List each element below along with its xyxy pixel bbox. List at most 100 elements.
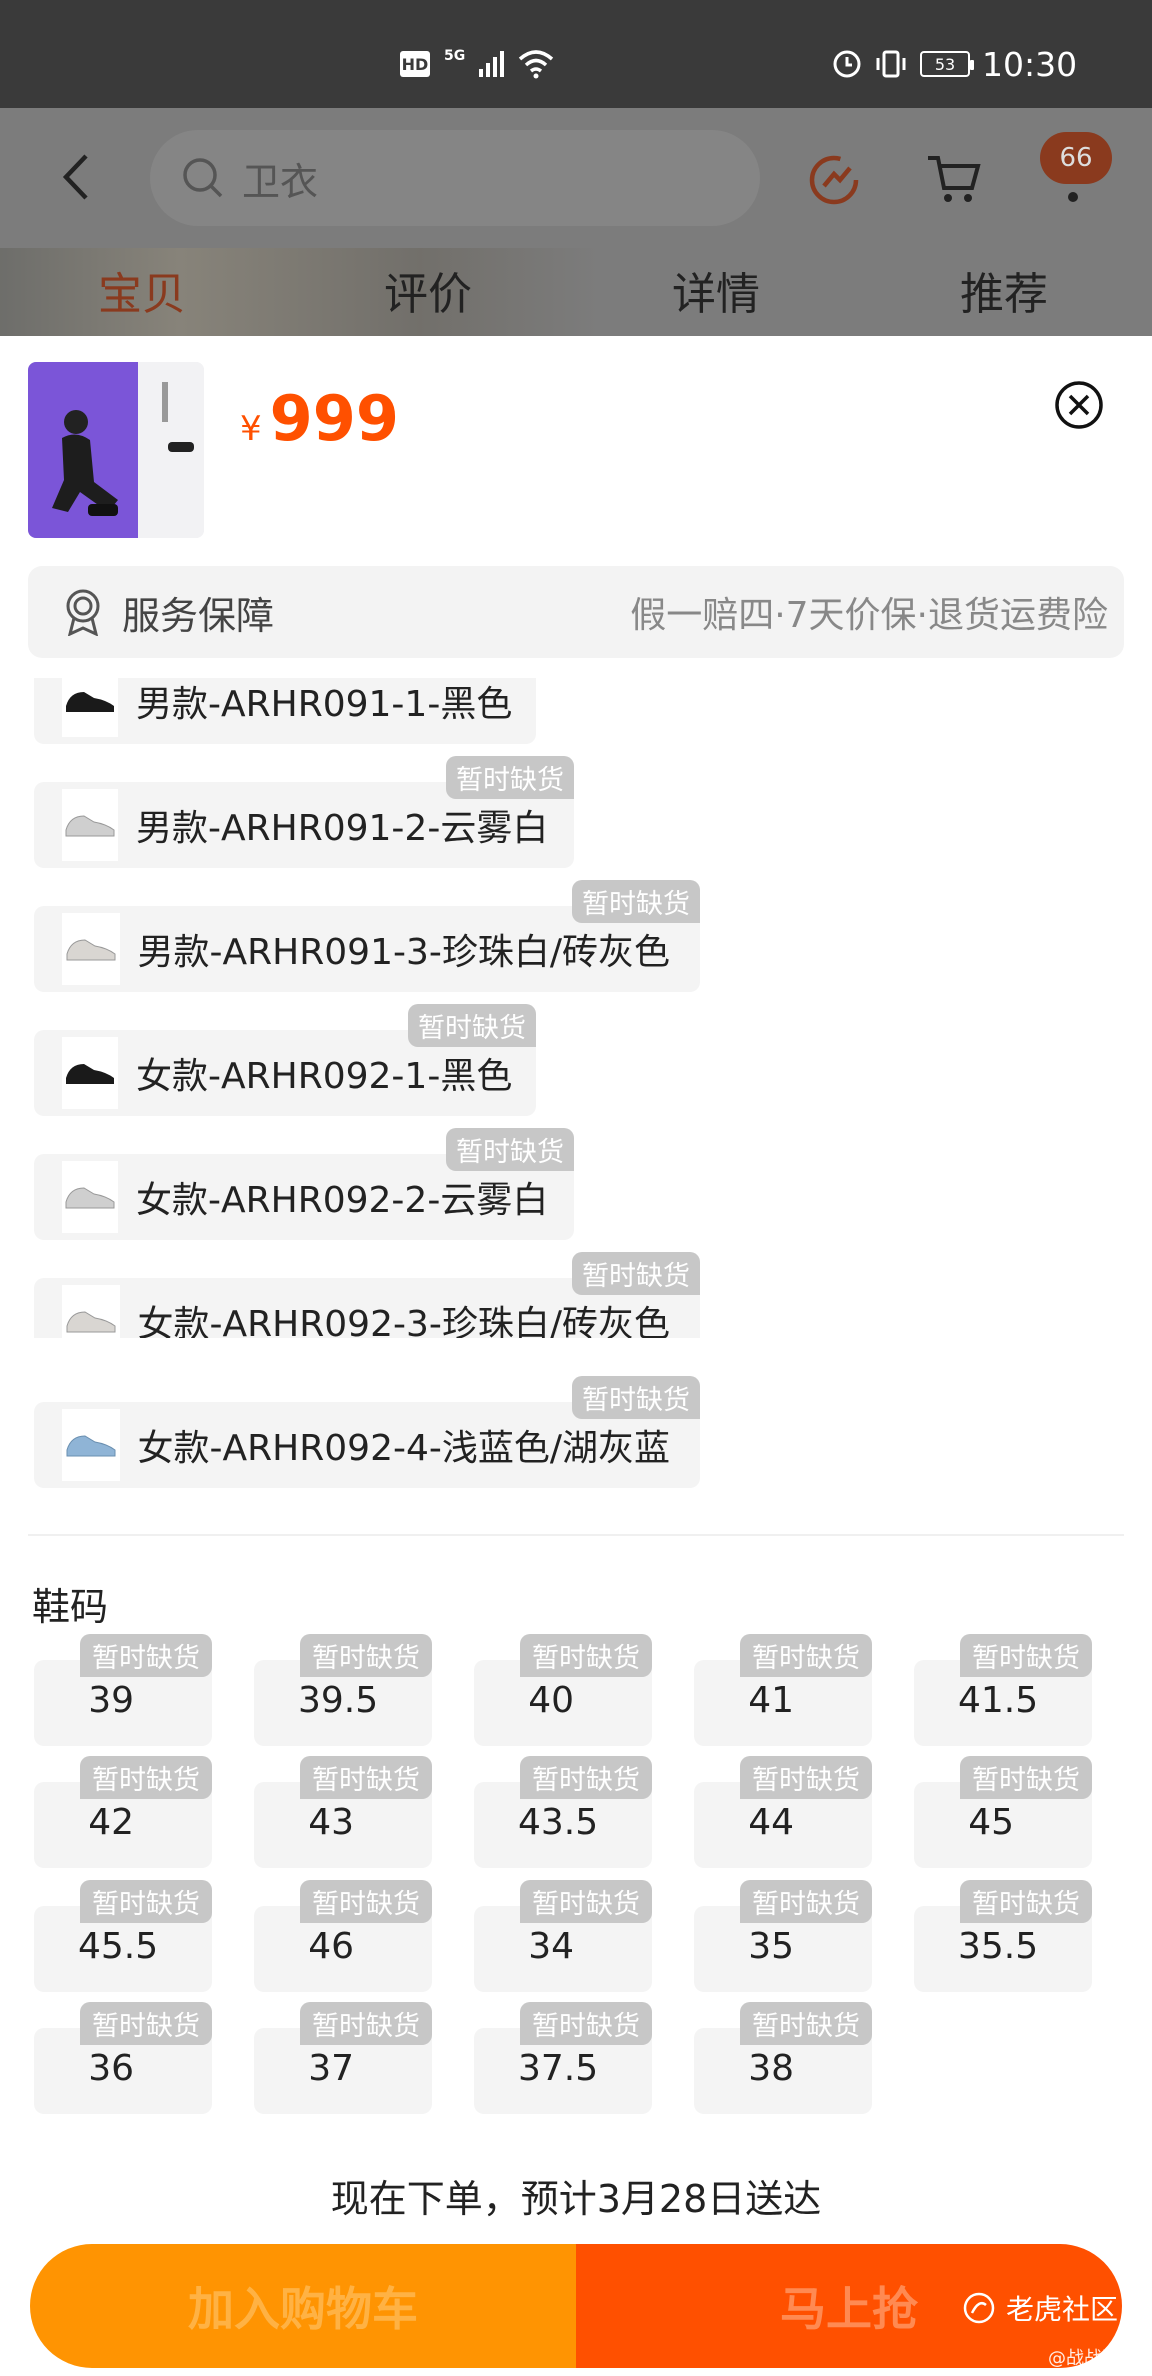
out-of-stock-badge: 暂时缺货	[740, 1880, 872, 1923]
size-value: 42	[88, 1802, 135, 1843]
variant-option[interactable]: 暂时缺货 女款-ARHR092-3-珍珠白/砖灰色	[34, 1252, 700, 1338]
out-of-stock-badge: 暂时缺货	[740, 1756, 872, 1799]
share-icon[interactable]	[804, 148, 864, 208]
out-of-stock-badge: 暂时缺货	[740, 1634, 872, 1677]
signal-icon	[479, 51, 505, 77]
status-network-icons: HD 5G	[400, 44, 554, 84]
size-option[interactable]: 暂时缺货 45	[914, 1756, 1092, 1868]
out-of-stock-badge: 暂时缺货	[572, 1376, 700, 1419]
watermark-user: @战战豆	[1048, 2348, 1120, 2369]
size-option[interactable]: 暂时缺货 46	[254, 1880, 432, 1992]
size-option[interactable]: 暂时缺货 35	[694, 1880, 872, 1992]
variant-name: 男款-ARHR091-3-珍珠白/砖灰色	[137, 932, 670, 973]
variant-name: 女款-ARHR092-2-云雾白	[136, 1180, 549, 1221]
price-amount: 999	[269, 382, 400, 455]
clock: 10:30	[982, 44, 1078, 84]
size-value: 43	[308, 1802, 355, 1843]
variant-option[interactable]: 暂时缺货 女款-ARHR092-4-浅蓝色/湖灰蓝	[34, 1376, 700, 1488]
variant-option[interactable]: 暂时缺货 女款-ARHR092-1-黑色	[34, 1004, 536, 1116]
out-of-stock-badge: 暂时缺货	[960, 1880, 1092, 1923]
out-of-stock-badge: 暂时缺货	[520, 2002, 652, 2045]
shoe-thumbnail	[62, 678, 118, 737]
variant-option[interactable]: 暂时缺货 女款-ARHR092-2-云雾白	[34, 1128, 574, 1240]
size-value: 43.5	[517, 1802, 599, 1843]
shoe-thumbnail	[62, 1285, 120, 1338]
service-label: 服务保障	[122, 593, 275, 638]
product-thumbnail[interactable]	[28, 362, 204, 538]
5g-label: 5G	[444, 48, 466, 64]
size-option[interactable]: 暂时缺货 38	[694, 2002, 872, 2114]
variant-name: 男款-ARHR091-2-云雾白	[136, 808, 549, 849]
out-of-stock-badge: 暂时缺货	[80, 1880, 212, 1923]
variant-option[interactable]: 暂时缺货 男款-ARHR091-2-云雾白	[34, 756, 574, 868]
out-of-stock-badge: 暂时缺货	[300, 2002, 432, 2045]
size-value: 39	[88, 1680, 135, 1721]
watermark-brand: 老虎社区	[1006, 2293, 1119, 2326]
variant-name: 女款-ARHR092-4-浅蓝色/湖灰蓝	[137, 1428, 670, 1469]
size-option[interactable]: 暂时缺货 45.5	[34, 1880, 212, 1992]
tab-item[interactable]: 宝贝	[98, 258, 186, 322]
out-of-stock-badge: 暂时缺货	[408, 1004, 536, 1047]
size-option[interactable]: 暂时缺货 44	[694, 1756, 872, 1868]
size-option[interactable]: 暂时缺货 40	[474, 1634, 652, 1746]
cart-icon[interactable]	[924, 148, 984, 208]
tab-details[interactable]: 详情	[672, 258, 760, 322]
color-variant-list: 男款-ARHR091-1-黑色 暂时缺货 男款-ARHR091-2-云雾白 暂时…	[0, 678, 1152, 1338]
size-option[interactable]: 暂时缺货 41	[694, 1634, 872, 1746]
size-value: 41	[748, 1680, 795, 1721]
variant-option[interactable]: 男款-ARHR091-1-黑色	[34, 678, 536, 744]
size-option[interactable]: 暂时缺货 41.5	[914, 1634, 1092, 1746]
price: ¥ 999	[240, 382, 399, 455]
tiger-logo-icon	[963, 2292, 995, 2324]
close-icon[interactable]	[1054, 380, 1104, 430]
sku-sheet: ¥ 999 服务保障 假一赔四·7天价保·退货运费险 男款-ARHR091-1-…	[0, 336, 1152, 2376]
size-option[interactable]: 暂时缺货 39	[34, 1634, 212, 1746]
chevron-left-icon	[62, 154, 88, 200]
search-bar[interactable]: 卫衣	[150, 130, 760, 226]
more-dot-icon[interactable]	[1068, 192, 1078, 202]
out-of-stock-badge: 暂时缺货	[740, 2002, 872, 2045]
tab-recommend[interactable]: 推荐	[960, 258, 1048, 322]
size-value: 44	[748, 1802, 795, 1843]
size-value: 34	[528, 1926, 575, 1967]
battery-icon: 53	[920, 51, 974, 77]
award-icon	[66, 589, 100, 636]
size-value: 39.5	[297, 1680, 379, 1721]
size-value: 35	[748, 1926, 795, 1967]
out-of-stock-badge: 暂时缺货	[80, 1634, 212, 1677]
size-option[interactable]: 暂时缺货 43	[254, 1756, 432, 1868]
size-option[interactable]: 暂时缺货 43.5	[474, 1756, 652, 1868]
wifi-icon	[519, 50, 554, 79]
size-value: 45	[968, 1802, 1015, 1843]
out-of-stock-badge: 暂时缺货	[960, 1756, 1092, 1799]
watermark: 老虎社区	[962, 2288, 1118, 2328]
size-option[interactable]: 暂时缺货 42	[34, 1756, 212, 1868]
tab-reviews[interactable]: 评价	[384, 258, 472, 322]
out-of-stock-badge: 暂时缺货	[300, 1880, 432, 1923]
back-button[interactable]	[60, 152, 100, 202]
search-icon	[183, 158, 223, 198]
shoe-thumbnail	[62, 1409, 120, 1481]
size-value: 38	[748, 2048, 795, 2089]
size-option[interactable]: 暂时缺货 37.5	[474, 2002, 652, 2114]
status-right: 53 10:30	[832, 44, 1077, 84]
action-bar: 加入购物车 马上抢	[30, 2244, 1122, 2368]
delivery-estimate: 现在下单，预计3月28日送达	[330, 2177, 822, 2221]
service-guarantee[interactable]: 服务保障 假一赔四·7天价保·退货运费险	[28, 566, 1124, 658]
size-option[interactable]: 暂时缺货 37	[254, 2002, 432, 2114]
size-option[interactable]: 暂时缺货 35.5	[914, 1880, 1092, 1992]
size-option[interactable]: 暂时缺货 39.5	[254, 1634, 432, 1746]
variant-option[interactable]: 暂时缺货 男款-ARHR091-3-珍珠白/砖灰色	[34, 880, 700, 992]
out-of-stock-badge: 暂时缺货	[446, 1128, 574, 1171]
variant-name: 女款-ARHR092-1-黑色	[136, 1056, 513, 1097]
service-desc: 假一赔四·7天价保·退货运费险	[630, 595, 1108, 636]
detail-tabs: 宝贝 评价 详情 推荐	[0, 258, 1152, 328]
add-to-cart-button[interactable]: 加入购物车	[30, 2244, 576, 2368]
shoe-thumbnail	[62, 789, 118, 861]
out-of-stock-badge: 暂时缺货	[300, 1756, 432, 1799]
size-option[interactable]: 暂时缺货 36	[34, 2002, 212, 2114]
shoe-thumbnail	[62, 913, 120, 985]
product-image	[28, 362, 204, 538]
size-value: 41.5	[957, 1680, 1039, 1721]
size-option[interactable]: 暂时缺货 34	[474, 1880, 652, 1992]
